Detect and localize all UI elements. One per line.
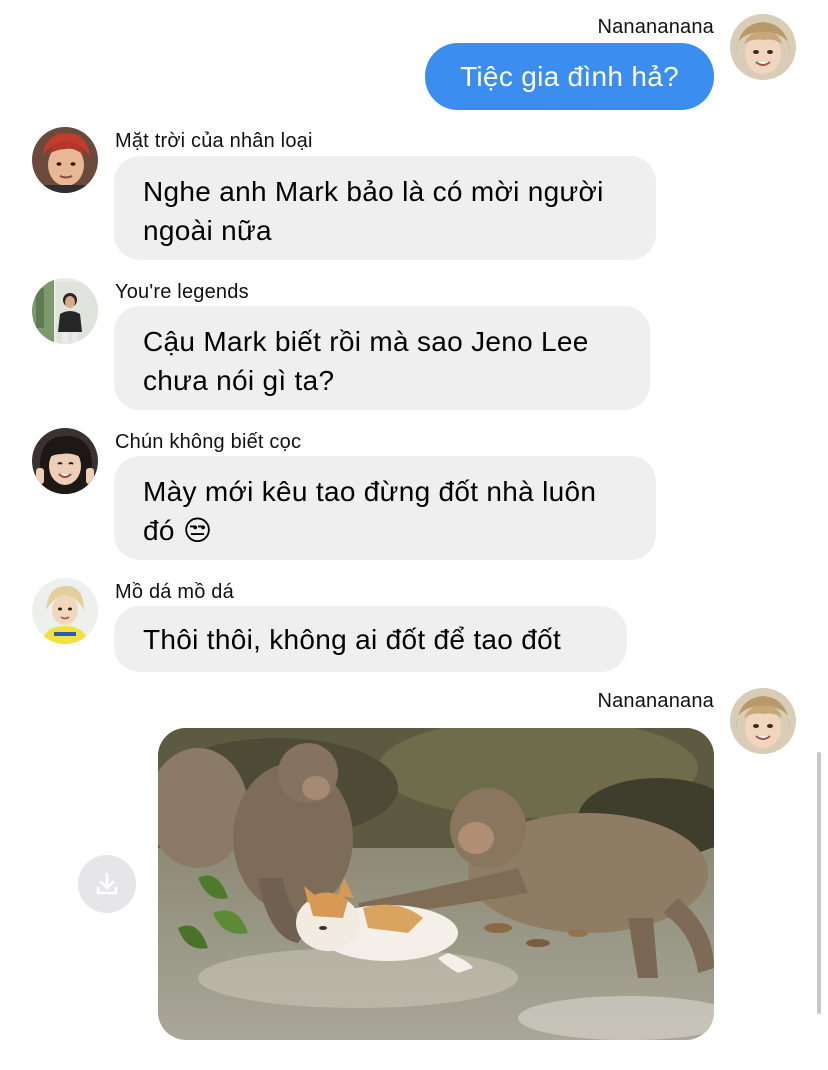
message-text: Thôi thôi, không ai đốt để tao đốt: [143, 624, 562, 655]
sender-name: Mồ dá mồ dá: [115, 581, 234, 603]
avatar-photo-chun: [32, 428, 98, 494]
sender-name: Mặt trời của nhân loại: [115, 130, 313, 152]
outgoing-message-bubble[interactable]: Tiệc gia đình hả?: [425, 43, 714, 110]
message-text-line: chưa nói gì ta?: [143, 365, 335, 396]
message-text-line: Nghe anh Mark bảo là có mời người: [143, 176, 604, 207]
message-text: đó: [143, 515, 175, 546]
avatar-photo-nanananana: [730, 688, 796, 754]
avatar-photo-mo-da: [32, 578, 98, 644]
incoming-message-bubble[interactable]: Cậu Mark biết rồi mà sao Jeno Lee chưa n…: [114, 306, 650, 410]
avatar[interactable]: [32, 578, 98, 644]
message-text: Tiệc gia đình hả?: [460, 61, 679, 92]
message-text-line: ngoài nữa: [143, 215, 272, 246]
avatar-photo-mat-troi: [32, 127, 98, 193]
download-button[interactable]: [78, 855, 136, 913]
unamused-face-emoji: 😒: [182, 515, 213, 546]
incoming-message-bubble[interactable]: Thôi thôi, không ai đốt để tao đốt: [114, 606, 627, 672]
sender-name: Nanananana: [597, 16, 714, 38]
sender-name: Chún không biết cọc: [115, 431, 302, 453]
avatar-photo-nanananana: [730, 14, 796, 80]
avatar[interactable]: [32, 428, 98, 494]
message-text-line: Mày mới kêu tao đừng đốt nhà luôn: [143, 476, 597, 507]
avatar[interactable]: [32, 278, 98, 344]
monkeys-and-cat-photo: [158, 728, 714, 1040]
sender-name: Nanananana: [597, 690, 714, 712]
message-text-line: đó 😒: [143, 511, 627, 550]
avatar[interactable]: [730, 14, 796, 80]
photo-attachment[interactable]: [158, 728, 714, 1040]
avatar[interactable]: [730, 688, 796, 754]
avatar[interactable]: [32, 127, 98, 193]
sender-name: You're legends: [115, 281, 249, 303]
incoming-message-bubble[interactable]: Nghe anh Mark bảo là có mời người ngoài …: [114, 156, 656, 260]
avatar-photo-youre-legends: [32, 278, 98, 344]
incoming-message-bubble[interactable]: Mày mới kêu tao đừng đốt nhà luôn đó 😒: [114, 456, 656, 560]
scrollbar[interactable]: [817, 752, 821, 1014]
download-icon: [96, 872, 118, 895]
message-text-line: Cậu Mark biết rồi mà sao Jeno Lee: [143, 326, 589, 357]
